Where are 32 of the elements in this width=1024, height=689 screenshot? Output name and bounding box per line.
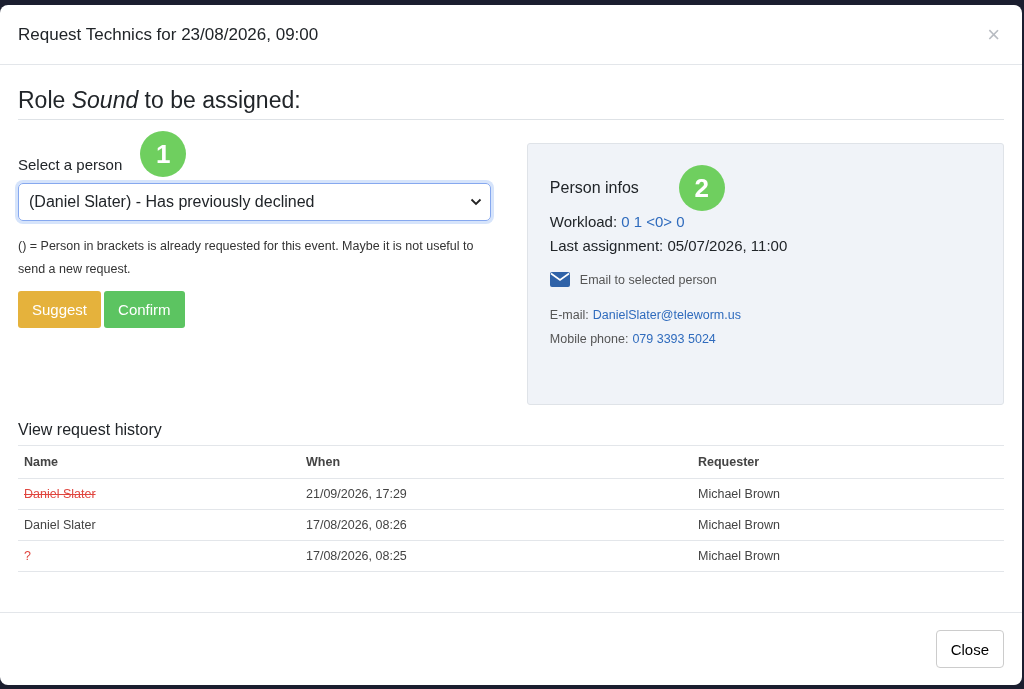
table-cell: Michael Brown bbox=[698, 549, 780, 563]
workload-label: Workload: bbox=[549, 212, 618, 232]
chevron-down-icon bbox=[469, 198, 482, 206]
table-cell: Michael Brown bbox=[698, 487, 780, 501]
step-badge: 2 bbox=[678, 165, 725, 211]
table-cell: Daniel Slater bbox=[24, 487, 96, 501]
phone-label: Mobile phone: bbox=[549, 331, 629, 348]
table-cell: 17/08/2026, 08:26 bbox=[306, 518, 407, 532]
close-button[interactable]: Close bbox=[935, 630, 1004, 668]
field-label: Select a person bbox=[18, 155, 123, 173]
phone-link[interactable]: 079 3393 5024 bbox=[632, 327, 716, 351]
last-assignment-text: Last assignment: 05/07/2026, 11:00 bbox=[549, 236, 788, 256]
table-cell: Daniel Slater bbox=[24, 518, 96, 532]
panel-title: Person infos bbox=[549, 179, 639, 197]
workload-link[interactable]: 0 1 <0> 0 bbox=[621, 210, 685, 234]
table-cell: ? bbox=[24, 549, 31, 563]
table-cell: 17/08/2026, 08:25 bbox=[306, 549, 407, 563]
envelope-icon bbox=[549, 272, 570, 287]
email-label: E-mail: bbox=[549, 307, 589, 324]
person-select[interactable]: (Daniel Slater) - Has previously declined bbox=[18, 183, 491, 221]
column-header: Name bbox=[18, 446, 300, 479]
email-link[interactable]: DanielSlater@teleworm.us bbox=[592, 303, 741, 327]
role-heading: Role Sound to be assigned: bbox=[18, 87, 1004, 120]
modal-title: Request Technics for 23/08/2026, 09:00 bbox=[18, 24, 319, 45]
table-cell: 21/09/2026, 17:29 bbox=[306, 487, 407, 501]
column-header: Requester bbox=[692, 446, 1004, 479]
step-badge: 1 bbox=[140, 131, 187, 177]
email-person-link[interactable]: Email to selected person bbox=[579, 272, 717, 287]
hint-text: () = Person in brackets is already requested for this event. Maybe it is not useful to send a new request. bbox=[18, 238, 475, 278]
table-cell: Michael Brown bbox=[698, 518, 780, 532]
section-title: View request history bbox=[18, 421, 1004, 446]
column-header: When bbox=[300, 446, 692, 479]
